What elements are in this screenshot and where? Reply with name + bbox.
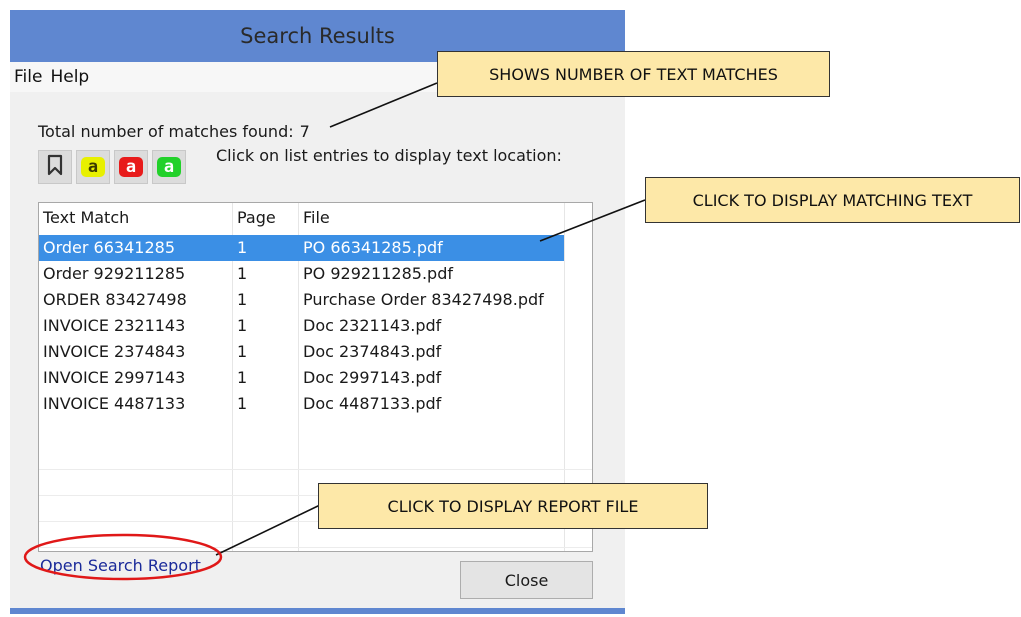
callout-line-display-text — [539, 199, 646, 242]
callout-display-text: CLICK TO DISPLAY MATCHING TEXT — [645, 177, 1020, 223]
callout-report-text: CLICK TO DISPLAY REPORT FILE — [387, 496, 639, 516]
report-link-highlight-circle — [23, 533, 223, 581]
callout-line-report — [215, 504, 321, 556]
callout-report: CLICK TO DISPLAY REPORT FILE — [318, 483, 708, 529]
callout-matches: SHOWS NUMBER OF TEXT MATCHES — [437, 51, 830, 97]
callout-line-matches — [329, 82, 438, 128]
callout-display-text-text: CLICK TO DISPLAY MATCHING TEXT — [692, 190, 973, 210]
callout-matches-text: SHOWS NUMBER OF TEXT MATCHES — [489, 64, 778, 84]
